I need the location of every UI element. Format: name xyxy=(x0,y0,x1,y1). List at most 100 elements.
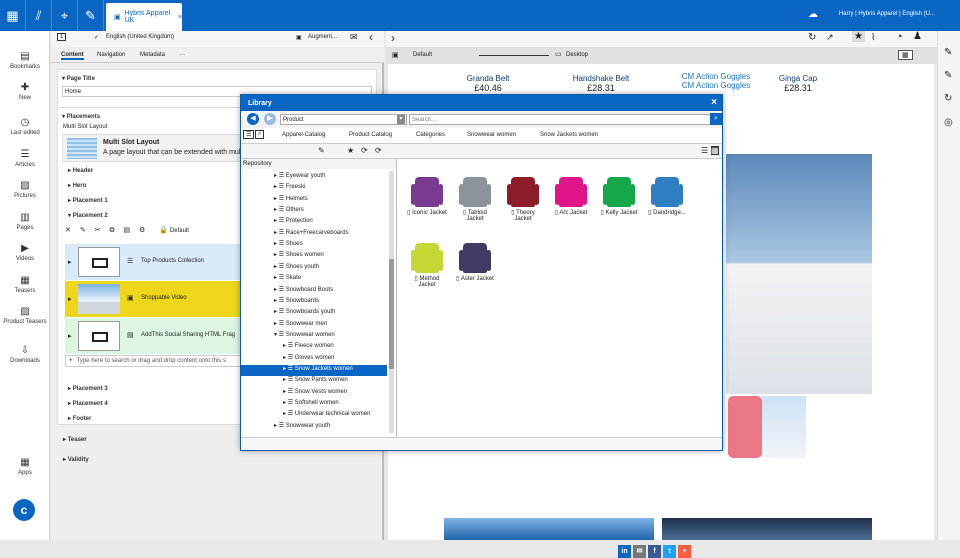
breadcrumb-item[interactable]: Categories xyxy=(416,132,445,138)
section-hero[interactable]: ▸ Hero xyxy=(68,182,86,189)
section-header[interactable]: ▸ Header xyxy=(68,167,93,174)
star-icon[interactable]: ★ xyxy=(852,31,865,42)
product-thumbnail[interactable]: ▯ Arc Jacket xyxy=(550,177,592,241)
apps-button[interactable]: ▦ Apps xyxy=(0,456,50,476)
expand-right-icon[interactable]: › xyxy=(391,31,395,45)
tab-more[interactable]: ··· xyxy=(179,52,185,58)
section-placement-1[interactable]: ▸ Placement 1 xyxy=(68,197,108,204)
refresh-badge-icon[interactable]: ↻ xyxy=(944,93,952,104)
layout-icon[interactable]: 1 xyxy=(57,33,67,41)
section-placement-4[interactable]: ▸ Placement 4 xyxy=(68,400,108,407)
expand-icon[interactable]: ▸ xyxy=(68,258,72,266)
tab-navigation[interactable]: Navigation xyxy=(97,52,125,58)
publish-icon[interactable]: ⟳ xyxy=(361,146,368,155)
sidebar-toggle-icon[interactable]: ▣ xyxy=(392,51,399,59)
back-icon[interactable]: ◀ xyxy=(247,113,259,125)
tree-item[interactable]: ▸ ☰ Helmets xyxy=(241,195,387,206)
product-thumbnail[interactable]: ▯ Aster Jacket xyxy=(454,243,496,307)
tab-content[interactable]: Content xyxy=(61,52,84,60)
layout-list-icon[interactable]: ☰ xyxy=(701,146,708,155)
globe-icon[interactable]: ◎ xyxy=(944,117,953,128)
remove-icon[interactable]: ✕ xyxy=(65,227,71,234)
section-placement-3[interactable]: ▸ Placement 3 xyxy=(68,385,108,392)
tree-item[interactable]: ▸ ☰ Others xyxy=(241,206,387,217)
product-thumbnail[interactable]: ▯ Tabloid Jacket xyxy=(454,177,496,241)
sidebar-item-pages[interactable]: ▥ Pages xyxy=(0,211,50,231)
paste-icon[interactable]: ▤ xyxy=(123,227,130,234)
tree-item[interactable]: ▸ ☰ Snowwear men xyxy=(241,320,387,331)
chart-icon[interactable]: ⌇ xyxy=(871,32,875,43)
tree-item[interactable]: ▸ ☰ Skate xyxy=(241,274,387,285)
expand-icon[interactable]: ▸ xyxy=(68,332,72,340)
tab-metadata[interactable]: Metadata xyxy=(140,52,165,58)
augment-button[interactable]: Augment... xyxy=(308,34,337,40)
search-input[interactable] xyxy=(409,114,715,125)
search-mode-icon[interactable]: ⌕ xyxy=(255,130,265,139)
forward-icon[interactable]: ▶ xyxy=(264,113,276,125)
tab-close-icon[interactable]: × xyxy=(178,14,182,21)
product-thumbnail[interactable]: ▯ Method Jacket xyxy=(406,243,448,307)
logo-icon[interactable]: ⫽ xyxy=(26,0,52,31)
cut-icon[interactable]: ✂ xyxy=(95,227,101,234)
tree-item[interactable]: ▸ ☰ Softshell women xyxy=(241,399,387,410)
section-placement-2[interactable]: ▾ Placement 2 xyxy=(68,212,108,219)
refresh-icon[interactable]: ↻ xyxy=(808,32,816,43)
tree-item[interactable]: ▸ ☰ Snow Pants women xyxy=(241,376,387,387)
page-title-section[interactable]: ▾ Page Title xyxy=(62,75,95,82)
zoom-slider[interactable] xyxy=(479,55,549,56)
placements-section[interactable]: ▾ Placements xyxy=(62,113,100,120)
tree-item[interactable]: ▸ ☰ Gloves women xyxy=(241,354,387,365)
locale-select[interactable]: English (United Kingdom) xyxy=(106,34,174,40)
layout-grid-icon[interactable]: ▦ xyxy=(711,146,719,155)
tree-item[interactable]: ▸ ☰ Underwear technical women xyxy=(241,410,387,421)
tree-item[interactable]: ▸ ☰ Shoes women xyxy=(241,251,387,262)
target-icon[interactable]: ⌖ xyxy=(52,0,78,31)
edit-icon[interactable]: ✎ xyxy=(318,146,325,155)
star-icon[interactable]: ★ xyxy=(347,146,354,155)
close-icon[interactable]: × xyxy=(711,97,717,108)
sidebar-item-teasers[interactable]: ▦ Teasers xyxy=(0,274,50,294)
view-mode-icon[interactable]: ▦ xyxy=(898,50,913,60)
preview-variant-select[interactable]: Default xyxy=(413,52,432,58)
studio-logo-icon[interactable]: c xyxy=(13,499,35,521)
sidebar-item-pictures[interactable]: ▨ Pictures xyxy=(0,179,50,199)
comment-icon[interactable]: ✉ xyxy=(350,32,358,43)
tree-scrollbar[interactable] xyxy=(389,171,394,433)
tree-item[interactable]: ▸ ☰ Race+Freecarveboards xyxy=(241,229,387,240)
sidebar-item-bookmarks[interactable]: ▤ Bookmarks xyxy=(0,50,50,70)
device-label[interactable]: Desktop xyxy=(566,52,588,58)
tree-item[interactable]: ▸ ☰ Snowboards youth xyxy=(241,308,387,319)
tree-item[interactable]: ▸ ☰ Snow Jackets women xyxy=(241,364,387,376)
product-thumbnail[interactable]: ▯ Theory Jacket xyxy=(502,177,544,241)
user-menu[interactable]: Harry | Hybris Apparel | English (U... xyxy=(839,11,935,17)
tree-item[interactable]: ▾ ☰ Snowwear women xyxy=(241,331,387,342)
edit-icon[interactable]: ✎ xyxy=(80,227,86,234)
tree-item[interactable]: ▸ ☰ Snow Vests women xyxy=(241,388,387,399)
tree-item[interactable]: ▸ ☰ Snowboard Boots xyxy=(241,286,387,297)
tree-toggle-icon[interactable]: ☰ xyxy=(243,130,255,139)
tab-hybris-apparel[interactable]: ▣ Hybris Apparel UK × xyxy=(106,3,182,31)
sidebar-item-videos[interactable]: ▶ Videos xyxy=(0,242,50,262)
tree-item[interactable]: ▸ ☰ Shoes xyxy=(241,240,387,251)
product-card[interactable]: Ginga Cap £28.31 xyxy=(763,74,833,93)
sidebar-item-new[interactable]: ✚ New xyxy=(0,81,50,101)
expand-icon[interactable]: ▸ xyxy=(68,295,72,303)
breadcrumb-item[interactable]: Snow Jackets women xyxy=(540,132,598,138)
user-icon[interactable]: ♟ xyxy=(913,31,922,42)
breadcrumb-item[interactable]: Snowwear women xyxy=(467,132,516,138)
type-select[interactable]: Product ▾ xyxy=(280,114,407,125)
tree-item[interactable]: ▸ ☰ Freeski xyxy=(241,183,387,194)
pencil-icon[interactable]: ✎ xyxy=(944,47,952,58)
settings-icon[interactable]: ⚙ xyxy=(139,227,145,234)
lightbulb-icon[interactable]: ✎ xyxy=(78,0,104,31)
breadcrumb-item[interactable]: Apparel-Catalog xyxy=(282,132,325,138)
search-icon[interactable]: ⌕ xyxy=(710,113,722,125)
linkedin-icon[interactable]: in xyxy=(618,545,631,558)
twitter-icon[interactable]: t xyxy=(663,545,676,558)
product-card[interactable]: Handshake Belt £28.31 xyxy=(554,74,648,93)
clock-icon[interactable]: ◔ xyxy=(896,31,903,43)
tree-item[interactable]: ▸ ☰ Snowboards xyxy=(241,297,387,308)
sidebar-item-articles[interactable]: ☰ Articles xyxy=(0,148,50,168)
tree-item[interactable]: ▸ ☰ Shoes youth xyxy=(241,263,387,274)
tree-item[interactable]: ▸ ☰ Fleece women xyxy=(241,342,387,353)
